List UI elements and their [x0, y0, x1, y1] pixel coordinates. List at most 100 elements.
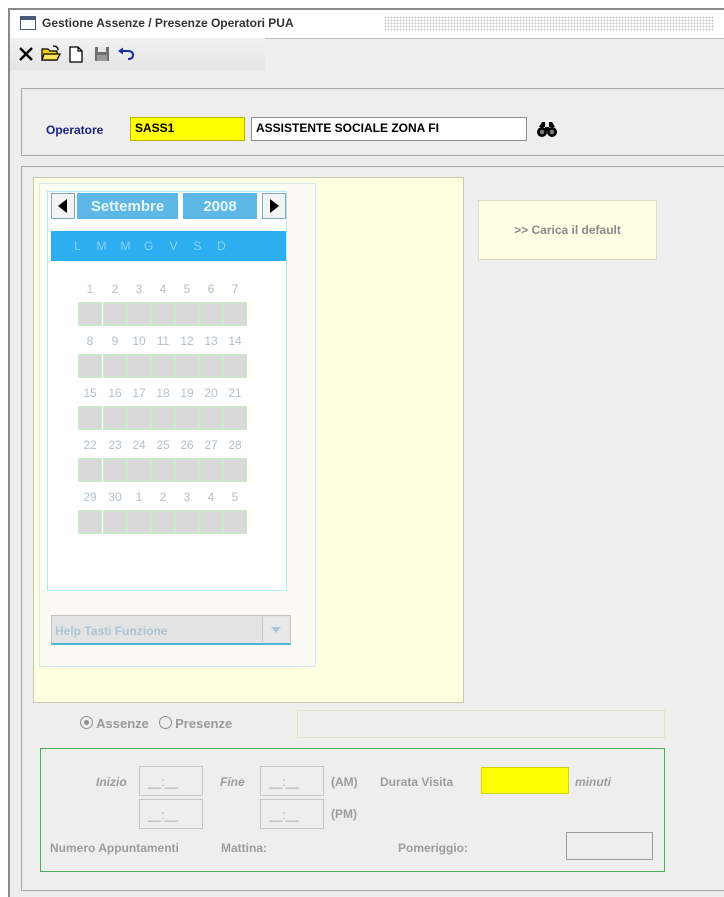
day-cell[interactable] [223, 510, 247, 534]
weekday-label: G [143, 239, 154, 253]
title-bar-grip [384, 16, 714, 31]
assenze-radio[interactable] [80, 716, 93, 729]
binoculars-icon[interactable] [534, 117, 560, 141]
pomeriggio-label: Pomeriggio: [398, 841, 469, 855]
day-cell[interactable] [175, 510, 199, 534]
window-icon [20, 16, 36, 30]
weekday-label: M [96, 239, 107, 253]
day-number: 26 [180, 438, 194, 452]
note-field[interactable] [297, 710, 665, 738]
day-cell[interactable] [223, 458, 247, 482]
day-number: 11 [156, 334, 170, 348]
app-window: Gestione Assenze / Presenze Operatori PU… [8, 8, 724, 897]
presenze-radio[interactable] [158, 716, 172, 729]
day-number: 24 [132, 438, 146, 452]
load-default-button[interactable]: >> Carica il default [478, 200, 657, 260]
day-cell[interactable] [127, 302, 151, 326]
day-cell[interactable] [78, 354, 102, 378]
day-cell[interactable] [175, 406, 199, 430]
day-cell[interactable] [151, 458, 175, 482]
day-cell[interactable] [151, 406, 175, 430]
inizio-pm-field[interactable]: __:__ [139, 799, 203, 829]
day-cell[interactable] [151, 354, 175, 378]
day-number: 5 [183, 282, 191, 296]
day-cell[interactable] [103, 458, 127, 482]
day-number: 28 [228, 438, 242, 452]
day-number: 5 [231, 490, 239, 504]
day-number: 2 [159, 490, 167, 504]
day-cell[interactable] [127, 458, 151, 482]
day-number: 15 [83, 386, 97, 400]
day-cell[interactable] [175, 302, 199, 326]
day-number: 20 [204, 386, 218, 400]
prev-month-button[interactable] [51, 193, 75, 219]
day-number: 2 [111, 282, 119, 296]
day-cell[interactable] [151, 510, 175, 534]
day-number: 1 [86, 282, 94, 296]
weekday-label: L [74, 239, 81, 253]
day-cell[interactable] [103, 354, 127, 378]
day-number: 6 [207, 282, 215, 296]
weekday-label: M [120, 239, 131, 253]
day-number: 23 [108, 438, 122, 452]
day-cell[interactable] [78, 406, 102, 430]
mattina-label: Mattina: [221, 841, 267, 855]
inizio-label: Inizio [96, 775, 127, 789]
day-cell[interactable] [78, 302, 102, 326]
inizio-am-field[interactable]: __:__ [139, 766, 203, 796]
year-label: 2008 [183, 193, 257, 219]
day-cell[interactable] [78, 458, 102, 482]
day-cell[interactable] [175, 354, 199, 378]
day-cell[interactable] [199, 458, 223, 482]
day-number: 21 [228, 386, 242, 400]
day-cell[interactable] [199, 510, 223, 534]
close-icon[interactable] [16, 44, 36, 64]
day-cell[interactable] [223, 354, 247, 378]
save-icon[interactable] [92, 44, 112, 64]
day-cell[interactable] [199, 302, 223, 326]
day-number: 3 [183, 490, 191, 504]
day-cell[interactable] [175, 458, 199, 482]
day-cell[interactable] [78, 510, 102, 534]
calendar-widget: Settembre 2008 L M M G V S D 1 2 3 4 5 6… [39, 183, 316, 667]
day-number: 22 [83, 438, 97, 452]
day-cell[interactable] [151, 302, 175, 326]
durata-visita-label: Durata Visita [380, 775, 454, 789]
undo-icon[interactable] [116, 44, 136, 64]
help-function-keys-select[interactable]: Help Tasti Funzione [51, 615, 291, 645]
day-cell[interactable] [223, 302, 247, 326]
open-folder-icon[interactable] [41, 44, 61, 64]
day-cell[interactable] [223, 406, 247, 430]
fine-am-field[interactable]: __:__ [260, 766, 324, 796]
day-cell[interactable] [127, 510, 151, 534]
day-cell[interactable] [103, 406, 127, 430]
weekday-label: S [193, 239, 202, 253]
next-month-button[interactable] [262, 193, 286, 219]
chevron-down-icon[interactable] [262, 617, 289, 642]
day-cell[interactable] [103, 302, 127, 326]
day-number: 13 [204, 334, 218, 348]
pomeriggio-field[interactable] [566, 832, 653, 860]
day-cell[interactable] [127, 406, 151, 430]
window-title: Gestione Assenze / Presenze Operatori PU… [42, 16, 300, 30]
day-number: 14 [228, 334, 242, 348]
day-number: 19 [180, 386, 194, 400]
day-number: 17 [132, 386, 146, 400]
operatore-description-field[interactable]: ASSISTENTE SOCIALE ZONA FI [251, 117, 527, 141]
day-cell[interactable] [127, 354, 151, 378]
help-select-label: Help Tasti Funzione [55, 624, 168, 638]
operatore-code-field[interactable]: SASS1 [130, 117, 245, 141]
fine-pm-field[interactable]: __:__ [260, 799, 324, 829]
title-bar: Gestione Assenze / Presenze Operatori PU… [10, 10, 724, 39]
new-document-icon[interactable] [66, 44, 86, 64]
operatore-label: Operatore [46, 123, 104, 137]
day-cell[interactable] [199, 406, 223, 430]
durata-visita-field[interactable] [481, 767, 569, 794]
day-number: 3 [135, 282, 143, 296]
day-number: 4 [159, 282, 167, 296]
day-number: 8 [86, 334, 94, 348]
orari-group: Inizio __:__ Fine __:__ (AM) Durata Visi… [40, 748, 665, 872]
day-cell[interactable] [199, 354, 223, 378]
numero-appuntamenti-label: Numero Appuntamenti [50, 841, 179, 855]
day-cell[interactable] [103, 510, 127, 534]
